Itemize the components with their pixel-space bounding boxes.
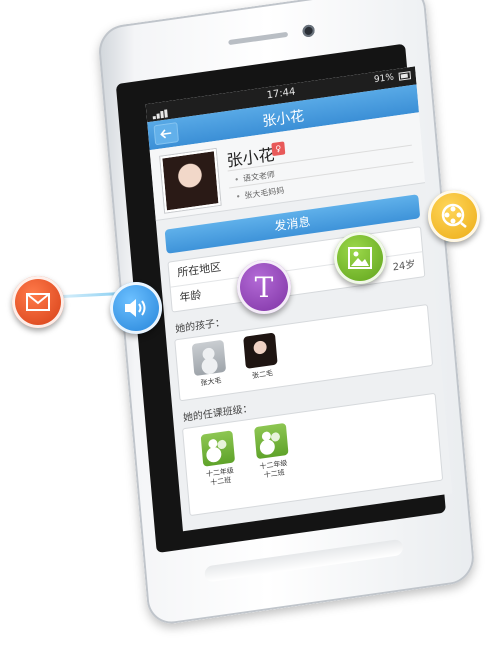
default-avatar-icon [191,339,227,377]
earpiece [228,31,289,46]
video-icon [428,190,480,242]
info-value: 24岁 [392,259,416,274]
group-icon [200,430,236,467]
phone-screen: 17:44 91% 张小花 张小花 ♀ 语文老师 张大毛妈妈 发消息 [145,66,453,532]
child-item[interactable]: 张二毛 [239,332,283,382]
phone: 17:44 91% 张小花 张小花 ♀ 语文老师 张大毛妈妈 发消息 [96,0,499,654]
phone-illustration: 17:44 91% 张小花 张小花 ♀ 语文老师 张大毛妈妈 发消息 [0,0,499,628]
front-camera [302,24,316,38]
bottom-bezel [204,538,404,583]
image-icon [334,232,386,284]
class-item[interactable]: 十二年级 十二班 [247,422,297,482]
info-label: 所在地区 [176,260,222,280]
female-badge-icon: ♀ [271,141,286,157]
class-item[interactable]: 十二年级 十二班 [194,429,244,489]
child-item[interactable]: 张大毛 [188,339,232,389]
child-avatar [243,332,278,369]
avatar[interactable] [160,148,221,213]
text-icon-glyph: T [254,270,274,304]
info-label: 年龄 [179,288,202,305]
mail-icon [12,276,64,328]
child-name: 张大毛 [200,376,222,388]
group-icon [254,422,289,460]
battery-icon [398,71,412,81]
speaker-icon [110,282,162,334]
text-icon: T [237,260,291,314]
child-name: 张二毛 [251,369,274,381]
profile-relation: 张大毛妈妈 [235,185,284,203]
